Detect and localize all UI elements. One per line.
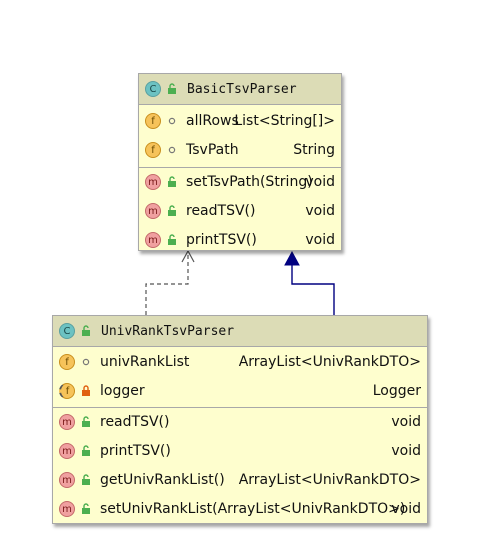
class-name: BasicTsvParser	[187, 82, 297, 97]
class-icon: C	[145, 81, 161, 97]
method-icon: m	[59, 501, 75, 517]
method-return-type: void	[305, 174, 335, 190]
method-row[interactable]: m printTSV() void	[139, 226, 341, 255]
public-lock-icon	[82, 416, 90, 427]
class-name: UnivRankTsvParser	[101, 324, 235, 339]
public-lock-icon	[168, 234, 176, 245]
field-type: List<String[]>	[234, 113, 335, 129]
inheritance-connector	[291, 264, 335, 315]
fields-section: f univRankList ArrayList<UnivRankDTO> f …	[53, 347, 427, 408]
field-type: Logger	[372, 383, 421, 399]
method-icon: m	[145, 232, 161, 248]
public-lock-icon	[82, 474, 90, 485]
method-row[interactable]: m readTSV() void	[53, 408, 427, 437]
methods-section: m readTSV() void m printTSV() void m get…	[53, 408, 427, 524]
fields-section: f allRows List<String[]> f TsvPath Strin…	[139, 105, 341, 168]
method-icon: m	[59, 472, 75, 488]
package-visibility-icon	[168, 117, 176, 125]
method-return-type: void	[391, 443, 421, 459]
method-row[interactable]: m getUnivRankList() ArrayList<UnivRankDT…	[53, 466, 427, 495]
class-header: C UnivRankTsvParser	[53, 316, 427, 347]
method-name: readTSV()	[100, 414, 170, 430]
method-row[interactable]: m setTsvPath(String) void	[139, 168, 341, 197]
method-row[interactable]: m printTSV() void	[53, 437, 427, 466]
private-lock-icon	[82, 385, 90, 396]
dependency-connector	[145, 251, 189, 315]
public-lock-icon	[168, 205, 176, 216]
class-basic-tsv-parser[interactable]: C BasicTsvParser f allRows List<String[]…	[138, 73, 342, 251]
method-name: readTSV()	[186, 203, 256, 219]
field-name: logger	[100, 383, 145, 399]
method-icon: m	[145, 203, 161, 219]
field-icon: f	[145, 142, 161, 158]
package-visibility-icon	[168, 146, 176, 154]
class-icon: C	[59, 323, 75, 339]
class-univ-rank-tsv-parser[interactable]: C UnivRankTsvParser f univRankList Array…	[52, 315, 428, 524]
method-name: setTsvPath(String)	[186, 174, 313, 190]
public-lock-icon	[168, 83, 176, 94]
method-row[interactable]: m setUnivRankList(ArrayList<UnivRankDTO>…	[53, 495, 427, 524]
field-row[interactable]: f TsvPath String	[139, 136, 341, 165]
static-field-icon: f	[59, 383, 75, 399]
method-name: setUnivRankList(ArrayList<UnivRankDTO>)	[100, 501, 406, 517]
method-icon: m	[59, 414, 75, 430]
method-return-type: void	[305, 203, 335, 219]
public-lock-icon	[82, 325, 90, 336]
method-return-type: ArrayList<UnivRankDTO>	[238, 472, 421, 488]
class-header: C BasicTsvParser	[139, 74, 341, 105]
field-type: ArrayList<UnivRankDTO>	[238, 354, 421, 370]
public-lock-icon	[82, 445, 90, 456]
field-name: allRows	[186, 113, 239, 129]
method-icon: m	[59, 443, 75, 459]
methods-section: m setTsvPath(String) void m readTSV() vo…	[139, 168, 341, 255]
method-return-type: void	[391, 501, 421, 517]
field-row[interactable]: f logger Logger	[53, 377, 427, 406]
field-name: TsvPath	[186, 142, 239, 158]
public-lock-icon	[82, 503, 90, 514]
method-name: getUnivRankList()	[100, 472, 225, 488]
method-return-type: void	[305, 232, 335, 248]
field-row[interactable]: f univRankList ArrayList<UnivRankDTO>	[53, 348, 427, 377]
public-lock-icon	[168, 176, 176, 187]
method-row[interactable]: m readTSV() void	[139, 197, 341, 226]
package-visibility-icon	[82, 358, 90, 366]
field-icon: f	[59, 354, 75, 370]
method-icon: m	[145, 174, 161, 190]
field-name: univRankList	[100, 354, 190, 370]
field-row[interactable]: f allRows List<String[]>	[139, 107, 341, 136]
method-name: printTSV()	[186, 232, 257, 248]
method-return-type: void	[391, 414, 421, 430]
method-name: printTSV()	[100, 443, 171, 459]
field-type: String	[293, 142, 335, 158]
field-icon: f	[145, 113, 161, 129]
